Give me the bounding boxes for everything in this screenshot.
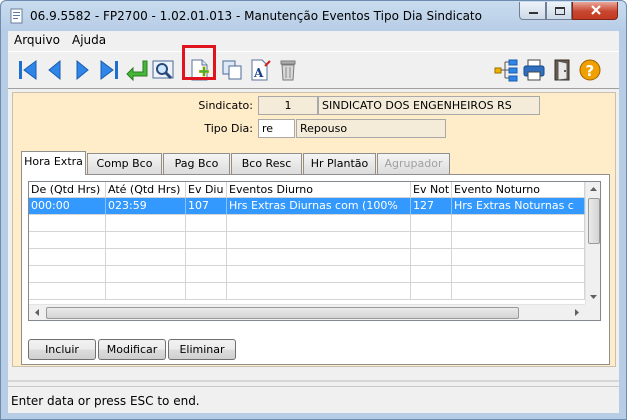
tipo-dia-name-field: Repouso — [296, 119, 446, 138]
cell-ev-not[interactable]: 127 — [411, 198, 452, 215]
next-record-icon[interactable] — [70, 58, 94, 82]
empty-row — [29, 232, 585, 249]
status-message: Enter data or press ESC to end. — [11, 394, 200, 408]
minimize-button[interactable] — [519, 2, 546, 20]
sindicato-name-field: SINDICATO DOS ENGENHEIROS RS — [318, 96, 540, 115]
tab-comp-bco[interactable]: Comp Bco — [87, 153, 162, 174]
exit-icon[interactable] — [550, 58, 574, 82]
edit-text-icon[interactable]: A — [248, 58, 272, 82]
tab-bco-resc[interactable]: Bco Resc — [231, 153, 302, 174]
empty-row — [29, 283, 585, 300]
tipo-dia-label: Tipo Dia: — [204, 122, 253, 135]
divider — [8, 380, 619, 382]
incluir-button[interactable]: Incluir — [28, 339, 96, 360]
column-header-ev-diu[interactable]: Ev Diu — [186, 182, 227, 198]
first-record-icon[interactable] — [16, 58, 40, 82]
client-area: Arquivo Ajuda A ? Sindicato: 1 SINDICATO… — [8, 31, 619, 413]
window-title: 06.9.5582 - FP2700 - 1.02.01.013 - Manut… — [30, 9, 482, 23]
scroll-right-icon[interactable] — [569, 305, 585, 320]
tipo-dia-code-field[interactable]: re — [258, 119, 295, 138]
scroll-up-icon[interactable] — [586, 182, 601, 197]
status-bar: Enter data or press ESC to end. — [8, 386, 619, 413]
copy-icon[interactable] — [220, 58, 244, 82]
sindicato-label: Sindicato: — [198, 99, 253, 112]
menu-arquivo[interactable]: Arquivo — [14, 33, 60, 47]
column-header-eventos-diurno[interactable]: Eventos Diurno — [227, 182, 411, 198]
delete-icon[interactable] — [276, 58, 300, 82]
horizontal-scroll-thumb[interactable] — [46, 307, 519, 319]
menu-bar: Arquivo Ajuda — [8, 31, 619, 50]
tab-hr-plantao[interactable]: Hr Plantão — [303, 153, 376, 174]
menu-ajuda[interactable]: Ajuda — [72, 33, 106, 47]
cell-ate[interactable]: 023:59 — [106, 198, 186, 215]
previous-record-icon[interactable] — [43, 58, 67, 82]
scroll-down-icon[interactable] — [586, 289, 601, 304]
empty-row — [29, 266, 585, 283]
vertical-scroll-thumb[interactable] — [588, 198, 600, 244]
tree-icon[interactable] — [494, 58, 518, 82]
application-window: 06.9.5582 - FP2700 - 1.02.01.013 - Manut… — [0, 0, 627, 420]
cell-ev-diu[interactable]: 107 — [186, 198, 227, 215]
svg-text:?: ? — [586, 62, 595, 80]
maximize-button[interactable] — [546, 2, 572, 20]
tab-pag-bco[interactable]: Pag Bco — [163, 153, 230, 174]
column-header-ev-not[interactable]: Ev Not — [411, 182, 452, 198]
tab-hora-extra[interactable]: Hora Extra — [21, 151, 86, 175]
column-header-ate[interactable]: Até (Qtd Hrs) — [106, 182, 186, 198]
tab-agrupador: Agrupador — [377, 153, 450, 174]
cell-eventos-diurno[interactable]: Hrs Extras Diurnas com (100% — [227, 198, 411, 215]
cell-de[interactable]: 000:00 — [29, 198, 106, 215]
events-grid: De (Qtd Hrs) Até (Qtd Hrs) Ev Diu Evento… — [28, 181, 601, 321]
column-header-de[interactable]: De (Qtd Hrs) — [29, 182, 106, 198]
enter-icon[interactable] — [124, 58, 148, 82]
close-icon — [591, 5, 601, 15]
title-bar[interactable]: 06.9.5582 - FP2700 - 1.02.01.013 - Manut… — [1, 1, 626, 31]
header-panel: Sindicato: 1 SINDICATO DOS ENGENHEIROS R… — [12, 92, 616, 146]
search-icon[interactable] — [151, 58, 175, 82]
maximize-icon — [555, 7, 565, 15]
app-icon — [10, 8, 23, 24]
cell-evento-noturno[interactable]: Hrs Extras Noturnas c — [452, 198, 585, 215]
sindicato-code-field[interactable]: 1 — [258, 96, 318, 115]
toolbar: A ? — [8, 51, 619, 89]
last-record-icon[interactable] — [97, 58, 121, 82]
column-header-evento-noturno[interactable]: Evento Noturno — [452, 182, 585, 198]
minimize-icon — [529, 12, 538, 14]
empty-row — [29, 249, 585, 266]
svg-text:A: A — [253, 66, 264, 80]
scrollbar-corner — [585, 304, 600, 320]
table-row[interactable]: 000:00 023:59 107 Hrs Extras Diurnas com… — [29, 198, 585, 215]
new-record-highlight — [182, 45, 216, 80]
vertical-scrollbar[interactable] — [585, 182, 601, 304]
scroll-left-icon[interactable] — [29, 305, 45, 320]
eliminar-button[interactable]: Eliminar — [168, 339, 236, 360]
horizontal-scrollbar[interactable] — [29, 304, 585, 320]
modificar-button[interactable]: Modificar — [98, 339, 166, 360]
close-button[interactable] — [572, 2, 618, 20]
print-icon[interactable] — [522, 58, 546, 82]
help-icon[interactable]: ? — [578, 58, 602, 82]
empty-row — [29, 215, 585, 232]
